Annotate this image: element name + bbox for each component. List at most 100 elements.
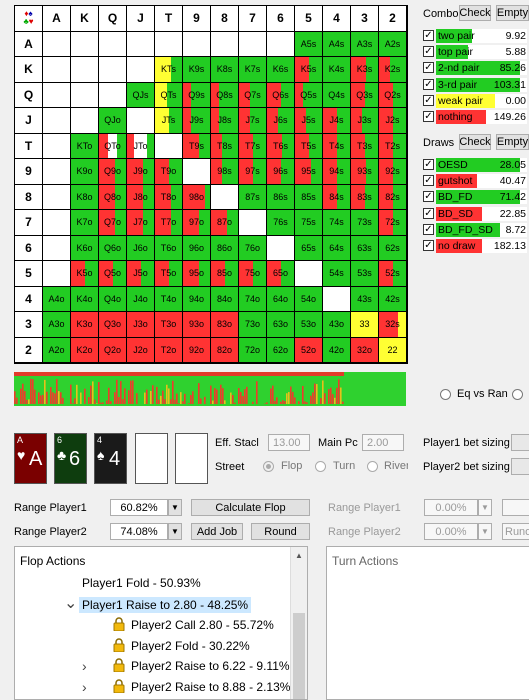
calculate-flop-button[interactable]: Calculate Flop [191,499,310,516]
grid-col-header[interactable]: J [127,6,155,32]
hand-cell[interactable]: 98s [211,159,239,185]
hand-cell[interactable] [155,31,183,57]
hand-cell[interactable]: 93s [351,159,379,185]
chevron-down-icon[interactable]: ⌄ [64,593,77,613]
street-river-radio[interactable] [367,461,378,472]
hand-cell[interactable]: 54o [295,286,323,312]
checkbox[interactable]: ✓ [423,94,434,106]
hand-cell[interactable]: Q5o [99,261,127,287]
hand-cell[interactable] [127,57,155,83]
hand-cell[interactable]: 42s [379,286,407,312]
turn-card-slot[interactable] [135,433,168,484]
hand-cell[interactable]: J7o [127,210,155,236]
grid-col-header[interactable]: K [71,6,99,32]
tree-node[interactable]: › Player2 Raise to 6.22 - 9.11% [15,658,295,676]
chevron-right-icon[interactable]: › [82,679,87,695]
hand-cell[interactable] [239,210,267,236]
hand-cell[interactable]: J4o [127,286,155,312]
range-player2-turn-dropdown[interactable]: ▼ [478,523,492,540]
grid-row-header[interactable]: 8 [15,184,43,210]
hand-cell[interactable]: Q3s [351,82,379,108]
hand-cell[interactable]: 83o [211,312,239,338]
hand-cell[interactable]: Q2s [379,82,407,108]
runout-button[interactable]: Runou [502,523,529,540]
hand-cell[interactable] [323,286,351,312]
grid-row-header[interactable]: 6 [15,235,43,261]
checkbox[interactable]: ✓ [423,78,434,90]
hand-cell[interactable]: JTs [155,108,183,134]
hand-cell[interactable]: J8o [127,184,155,210]
hand-cell[interactable]: T5s [295,133,323,159]
hand-cell[interactable]: K2o [71,337,99,363]
round-button[interactable]: Round [251,523,310,540]
hand-cell[interactable]: 94s [323,159,351,185]
combo-empty-button[interactable]: Empty [496,5,529,21]
grid-row-header[interactable]: J [15,108,43,134]
hand-cell[interactable]: Q6s [267,82,295,108]
hand-cell[interactable]: 93o [183,312,211,338]
hand-cell[interactable]: K6s [267,57,295,83]
range-player1-turn-dropdown[interactable]: ▼ [478,499,492,516]
flop-actions-tree[interactable]: Flop Actions Player1 Fold - 50.93% ⌄ Playe… [14,546,308,700]
flop-card[interactable]: A ♥ A [14,433,47,484]
hand-cell[interactable]: T3s [351,133,379,159]
hand-cell[interactable]: J8s [211,108,239,134]
hand-cell[interactable] [239,31,267,57]
hand-cell[interactable]: T9s [183,133,211,159]
checkbox[interactable]: ✓ [423,175,434,187]
hand-cell[interactable]: T7o [155,210,183,236]
grid-col-header[interactable]: 8 [211,6,239,32]
hand-cell[interactable]: Q4o [99,286,127,312]
hand-cell[interactable]: T9o [155,159,183,185]
hand-cell[interactable] [43,184,71,210]
hand-cell[interactable]: 53o [295,312,323,338]
hand-cell[interactable] [43,31,71,57]
hand-cell[interactable]: Q7s [239,82,267,108]
hand-cell[interactable]: Q3o [99,312,127,338]
grid-row-header[interactable]: 2 [15,337,43,363]
hand-cell[interactable]: 85o [211,261,239,287]
hand-cell[interactable]: Q8o [99,184,127,210]
hand-cell[interactable]: K3s [351,57,379,83]
hand-cell[interactable]: J7s [239,108,267,134]
hand-cell[interactable]: K3o [71,312,99,338]
hand-cell[interactable]: T6s [267,133,295,159]
combo-row[interactable]: ✓ 3-rd pair 103.31 [423,77,527,92]
hand-cell[interactable]: 73o [239,312,267,338]
grid-row-header[interactable]: 4 [15,286,43,312]
range-player1-turn-input[interactable]: 0.00% [424,499,478,516]
hand-cell[interactable]: K9o [71,159,99,185]
street-turn-radio[interactable] [315,461,326,472]
hand-cell[interactable]: 64s [323,235,351,261]
grid-row-header[interactable]: Q [15,82,43,108]
grid-col-header[interactable]: 9 [183,6,211,32]
scrollbar-thumb[interactable] [293,613,305,699]
hand-cell[interactable]: KTo [71,133,99,159]
hand-cell[interactable]: 92o [183,337,211,363]
hand-cell[interactable]: K8s [211,57,239,83]
hand-range-grid[interactable]: ♦♠ ♣♥ A K Q J T 9 8 7 6 5 4 3 2 A A5s A4s A3s A2s K KTs K9s K8s… [14,5,408,364]
hand-cell[interactable]: A3s [351,31,379,57]
combo-row[interactable]: ✓ top pair 5.88 [423,45,527,60]
hand-cell[interactable]: 74o [239,286,267,312]
grid-col-header[interactable]: T [155,6,183,32]
draws-row[interactable]: ✓ gutshot 40.47 [423,174,527,189]
hand-cell[interactable]: 97s [239,159,267,185]
hand-cell[interactable]: A3o [43,312,71,338]
tree-node[interactable]: Player2 Fold - 30.22% [15,637,295,656]
checkbox[interactable]: ✓ [423,223,434,235]
hand-cell[interactable] [43,235,71,261]
hand-cell[interactable]: T2s [379,133,407,159]
hand-cell[interactable]: 65s [295,235,323,261]
hand-cell[interactable] [127,108,155,134]
hand-cell[interactable]: 82s [379,184,407,210]
hand-cell[interactable]: A2o [43,337,71,363]
hand-cell[interactable]: T7s [239,133,267,159]
hand-cell[interactable]: Q6o [99,235,127,261]
flop-card[interactable]: 4 ♠ 4 [94,433,127,484]
hand-cell[interactable]: 75s [295,210,323,236]
chevron-right-icon[interactable]: › [82,658,87,674]
checkbox[interactable]: ✓ [423,240,434,251]
hand-cell[interactable] [71,108,99,134]
checkbox[interactable]: ✓ [423,30,434,41]
